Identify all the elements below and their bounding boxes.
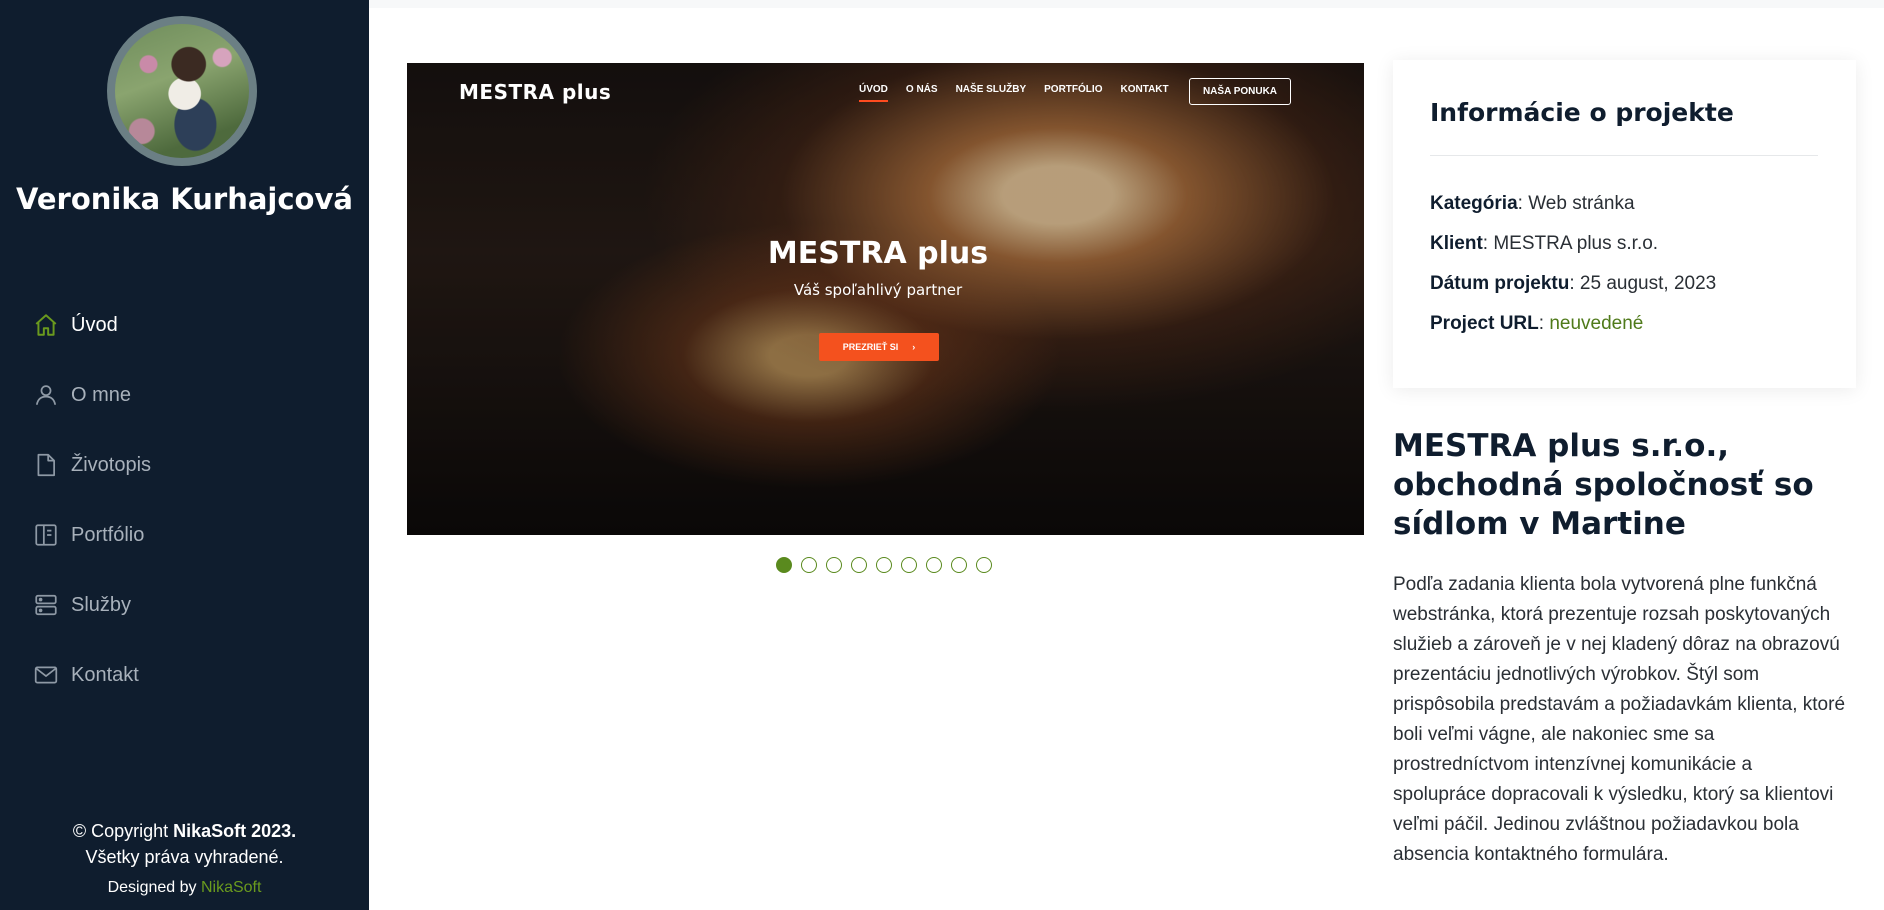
person-icon [33, 382, 59, 408]
top-strip [369, 0, 1884, 8]
slide-cta-button: PREZRIEŤ SI › [819, 333, 939, 361]
divider [1430, 155, 1818, 156]
info-row-url: Project URL: neuvedené [1430, 313, 1644, 334]
sidebar-item-zivotopis[interactable]: Životopis [33, 430, 333, 500]
copyright: © Copyright NikaSoft 2023. [0, 818, 369, 844]
slide-nav: ÚVOD O NÁS NAŠE SLUŽBY PORTFÓLIO KONTAKT [859, 84, 1169, 102]
sidebar-item-label: O mne [71, 383, 132, 406]
page: Veronika Kurhajcová Úvod O mne Životopis [0, 0, 1884, 910]
project-url-link[interactable]: neuvedené [1549, 313, 1643, 334]
rights-text: Všetky práva vyhradené. [85, 847, 284, 867]
info-value: 25 august, 2023 [1579, 273, 1717, 294]
info-key: Klient [1430, 233, 1483, 254]
slider-dot[interactable] [976, 557, 992, 573]
slide-cta-label: PREZRIEŤ SI [842, 342, 899, 352]
sidebar-item-portfolio[interactable]: Portfólio [33, 500, 333, 570]
info-row-date: Dátum projektu: 25 august, 2023 [1430, 273, 1717, 294]
info-title: Informácie o projekte [1430, 98, 1734, 127]
portfolio-icon [33, 522, 59, 548]
slider-dot[interactable] [901, 557, 917, 573]
slider-dot[interactable] [951, 557, 967, 573]
user-name: Veronika Kurhajcová [16, 182, 353, 216]
sidebar-item-label: Úvod [71, 313, 118, 336]
sidebar-item-kontakt[interactable]: Kontakt [33, 640, 333, 710]
sidebar-item-o-mne[interactable]: O mne [33, 360, 333, 430]
sidebar-footer: © Copyright NikaSoft 2023. Všetky práva … [0, 818, 369, 901]
designed-link[interactable]: NikaSoft [201, 879, 261, 896]
slide-nav-item: NAŠE SLUŽBY [955, 84, 1027, 95]
slide-nav-item: ÚVOD [859, 84, 888, 102]
sidebar-nav: Úvod O mne Životopis Portfólio Služby Ko… [33, 290, 333, 710]
chevron-right-icon: › [912, 342, 916, 352]
slide-nav-item: KONTAKT [1120, 84, 1169, 95]
info-row-category: Kategória: Web stránka [1430, 193, 1635, 214]
slider-dot[interactable] [851, 557, 867, 573]
info-value: Web stránka [1528, 193, 1635, 214]
project-image-slider[interactable]: MESTRA plus ÚVOD O NÁS NAŠE SLUŽBY PORTF… [407, 63, 1364, 535]
designed-prefix: Designed by [107, 879, 201, 896]
mail-icon [33, 662, 59, 688]
slide-nav-item: O NÁS [905, 84, 938, 95]
sidebar-item-uvod[interactable]: Úvod [33, 290, 333, 360]
designed-by: Designed by NikaSoft [0, 875, 369, 901]
slider-dot[interactable] [826, 557, 842, 573]
description-title: MESTRA plus s.r.o., obchodná spoločnosť … [1393, 428, 1814, 542]
info-list: Kategória: Web stránka Klient: MESTRA pl… [1430, 184, 1716, 344]
sidebar-item-label: Životopis [71, 453, 152, 476]
sidebar-item-label: Kontakt [71, 663, 139, 686]
copyright-brand: NikaSoft 2023. [173, 821, 297, 841]
sidebar-item-sluzby[interactable]: Služby [33, 570, 333, 640]
description-text: Podľa zadania klienta bola vytvorená pln… [1393, 574, 1846, 865]
copyright-prefix: © Copyright [72, 821, 174, 841]
slide-subtitle: Váš spoľahlivý partner [793, 281, 963, 299]
sidebar-item-label: Služby [71, 593, 132, 616]
slider-dot[interactable] [776, 557, 792, 573]
file-icon [33, 452, 59, 478]
slider-dot[interactable] [876, 557, 892, 573]
info-key: Kategória [1430, 193, 1518, 214]
sidebar-item-label: Portfólio [71, 523, 145, 546]
slider-dot[interactable] [801, 557, 817, 573]
slide-title: MESTRA plus [767, 236, 989, 271]
slide-offer-button: NAŠA PONUKA [1189, 78, 1291, 105]
slide-brand: MESTRA plus [459, 80, 612, 104]
slider-pagination [776, 557, 992, 573]
avatar [107, 16, 257, 166]
info-key: Project URL [1430, 313, 1539, 334]
project-info-card: Informácie o projekte Kategória: Web str… [1393, 60, 1856, 388]
info-value: MESTRA plus s.r.o. [1493, 233, 1659, 254]
slider-dot[interactable] [926, 557, 942, 573]
info-row-client: Klient: MESTRA plus s.r.o. [1430, 233, 1659, 254]
sidebar: Veronika Kurhajcová Úvod O mne Životopis [0, 0, 369, 910]
info-key: Dátum projektu [1430, 273, 1570, 294]
slide-nav-item: PORTFÓLIO [1044, 84, 1103, 95]
server-icon [33, 592, 59, 618]
home-icon [33, 312, 59, 338]
